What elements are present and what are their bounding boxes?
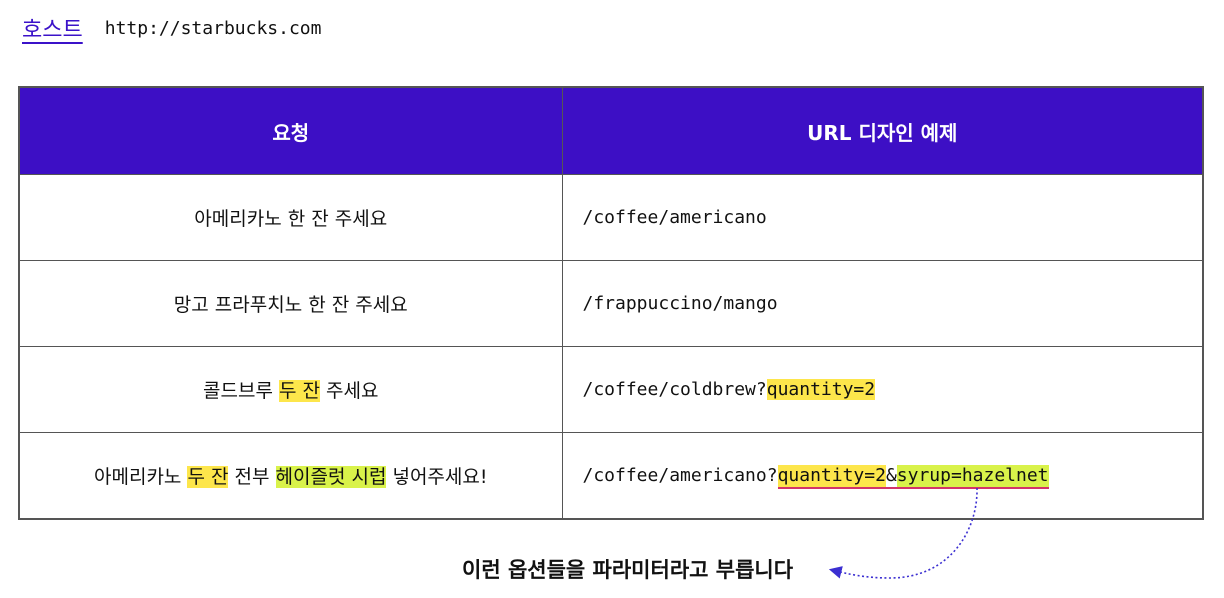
request-cell: 콜드브루 두 잔 주세요 (18, 346, 563, 433)
url-text: /coffee/americano (582, 207, 767, 228)
request-text: 아메리카노 한 잔 주세요 (194, 208, 388, 230)
request-cell: 아메리카노 한 잔 주세요 (18, 174, 563, 261)
url-text: /coffee/americano? (582, 465, 778, 486)
request-text: 전부 (228, 466, 276, 488)
host-label: 호스트 (22, 18, 83, 43)
url-text: /coffee/coldbrew? (582, 379, 767, 400)
table-body: 아메리카노 한 잔 주세요 /coffee/americano 망고 프라푸치노… (18, 174, 1204, 520)
table-row: 콜드브루 두 잔 주세요 /coffee/coldbrew?quantity=2 (18, 346, 1204, 433)
request-cell: 망고 프라푸치노 한 잔 주세요 (18, 260, 563, 347)
url-highlight-yellow: quantity=2 (766, 379, 876, 400)
url-cell: /frappuccino/mango (561, 260, 1204, 347)
url-text: /frappuccino/mango (582, 293, 778, 314)
request-text: 콜드브루 (203, 380, 279, 402)
table-row: 아메리카노 한 잔 주세요 /coffee/americano (18, 174, 1204, 261)
host-row: 호스트 http://starbucks.com (22, 12, 321, 44)
url-text: & (885, 465, 897, 489)
header-url-design: URL 디자인 예제 (561, 86, 1204, 175)
request-highlight-yellow: 두 잔 (187, 466, 229, 488)
table-row: 아메리카노 두 잔 전부 헤이즐럿 시럽 넣어주세요! /coffee/amer… (18, 432, 1204, 520)
request-highlight-green: 헤이즐럿 시럽 (275, 466, 387, 488)
url-highlight-green: syrup=hazelnet (896, 465, 1049, 489)
request-highlight-yellow: 두 잔 (278, 380, 320, 402)
request-text: 주세요 (319, 380, 379, 402)
table-header-row: 요청 URL 디자인 예제 (18, 86, 1204, 175)
parameter-annotation: 이런 옵션들을 파라미터라고 부릅니다 (462, 558, 794, 582)
url-highlight-yellow: quantity=2 (777, 465, 886, 489)
url-cell: /coffee/americano (561, 174, 1204, 261)
request-text: 아메리카노 (94, 466, 188, 488)
request-cell: 아메리카노 두 잔 전부 헤이즐럿 시럽 넣어주세요! (18, 432, 563, 520)
url-cell: /coffee/americano?quantity=2&syrup=hazel… (561, 432, 1204, 520)
url-design-table: 요청 URL 디자인 예제 아메리카노 한 잔 주세요 /coffee/amer… (18, 86, 1204, 520)
request-text: 넣어주세요! (386, 466, 488, 488)
host-url: http://starbucks.com (104, 17, 322, 39)
url-cell: /coffee/coldbrew?quantity=2 (561, 346, 1204, 433)
table-row: 망고 프라푸치노 한 잔 주세요 /frappuccino/mango (18, 260, 1204, 347)
request-text: 망고 프라푸치노 한 잔 주세요 (173, 294, 408, 316)
header-request: 요청 (18, 86, 563, 175)
